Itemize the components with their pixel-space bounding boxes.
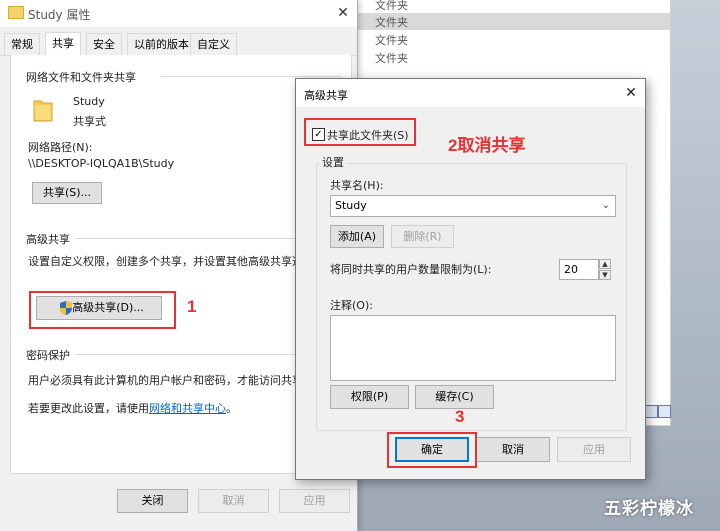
password-protection-heading: 密码保护 [26,349,70,362]
dialog-titlebar: 高级共享 ✕ [296,79,645,107]
network-path-value: \\DESKTOP-IQLQA1B\Study [28,157,175,170]
caching-button[interactable]: 缓存(C) [415,385,494,409]
list-item[interactable]: 文件夹 [355,0,670,13]
properties-titlebar: Study 属性 ✕ [0,0,357,27]
list-item[interactable]: 文件夹 [355,31,670,48]
folder-icon [8,6,24,19]
list-item-label: 文件夹 [375,16,408,29]
dialog-title: 高级共享 [304,89,348,102]
list-item-label: 文件夹 [375,0,408,12]
tab-general[interactable]: 常规 [4,33,40,55]
share-button[interactable]: 共享(S)... [32,182,102,204]
highlight-box-advanced-sharing [29,291,176,329]
annotation-step-1: 1 [187,297,197,316]
share-name-select[interactable]: Study ⌄ [330,195,616,217]
dialog-cancel-button[interactable]: 取消 [476,437,550,462]
change-settings-suffix: 。 [226,402,237,415]
user-limit-label: 将同时共享的用户数量限制为(L): [330,263,492,276]
password-protection-description: 用户必须具有此计算机的用户帐户和密码，才能访问共享文件 [28,374,298,387]
list-item-label: 文件夹 [375,34,408,47]
details-view-icon[interactable] [645,405,658,418]
settings-heading: 设置 [320,154,346,170]
spin-down-icon[interactable]: ▼ [599,270,611,280]
network-sharing-heading: 网络文件和文件夹共享 [26,71,136,84]
tab-sharing[interactable]: 共享 [45,32,81,56]
tab-security[interactable]: 安全 [86,33,122,55]
comments-label: 注释(O): [330,299,373,312]
spin-up-icon[interactable]: ▲ [599,259,611,269]
remove-share-button[interactable]: 删除(R) [391,225,454,248]
close-button[interactable]: 关闭 [117,489,188,513]
list-item[interactable]: 文件夹 [355,13,670,30]
cancel-button[interactable]: 取消 [198,489,269,513]
advanced-sharing-heading: 高级共享 [26,233,70,246]
share-name-value: Study [335,199,367,212]
share-name-label: 共享名(H): [330,179,384,192]
tab-customize[interactable]: 自定义 [190,33,237,55]
user-limit-input[interactable]: 20 [559,259,599,280]
network-path-label: 网络路径(N): [28,141,93,154]
change-settings-text: 若要更改此设置，请使用网络和共享中心。 [28,400,237,416]
folder-name: Study [73,95,105,108]
large-icons-view-icon[interactable] [658,405,671,418]
highlight-box-ok-button [387,432,477,468]
add-share-button[interactable]: 添加(A) [330,225,384,248]
folder-share-status: 共享式 [73,115,106,128]
close-icon[interactable]: ✕ [333,2,353,24]
comments-textarea[interactable] [330,315,616,381]
watermark-text: 五彩柠檬冰 [604,499,694,519]
divider [161,76,341,77]
close-icon[interactable]: ✕ [622,84,640,102]
annotation-step-2: 2取消共享 [448,136,526,155]
change-settings-prefix: 若要更改此设置，请使用 [28,402,149,415]
window-title: Study 属性 [28,8,91,22]
apply-button[interactable]: 应用 [279,489,350,513]
tab-bar: 常规 共享 安全 以前的版本 自定义 [0,32,357,56]
chevron-down-icon: ⌄ [601,200,610,211]
network-sharing-center-link[interactable]: 网络和共享中心 [149,402,226,415]
dialog-apply-button[interactable]: 应用 [557,437,631,462]
tab-previous-versions[interactable]: 以前的版本 [127,33,196,55]
highlight-box-share-checkbox [304,118,416,146]
list-item-label: 文件夹 [375,52,408,65]
advanced-sharing-description: 设置自定义权限，创建多个共享，并设置其他高级共享选项。 [28,255,296,268]
folder-icon [33,100,53,122]
annotation-step-3: 3 [455,407,465,426]
permissions-button[interactable]: 权限(P) [330,385,409,409]
list-item[interactable]: 文件夹 [355,49,670,66]
